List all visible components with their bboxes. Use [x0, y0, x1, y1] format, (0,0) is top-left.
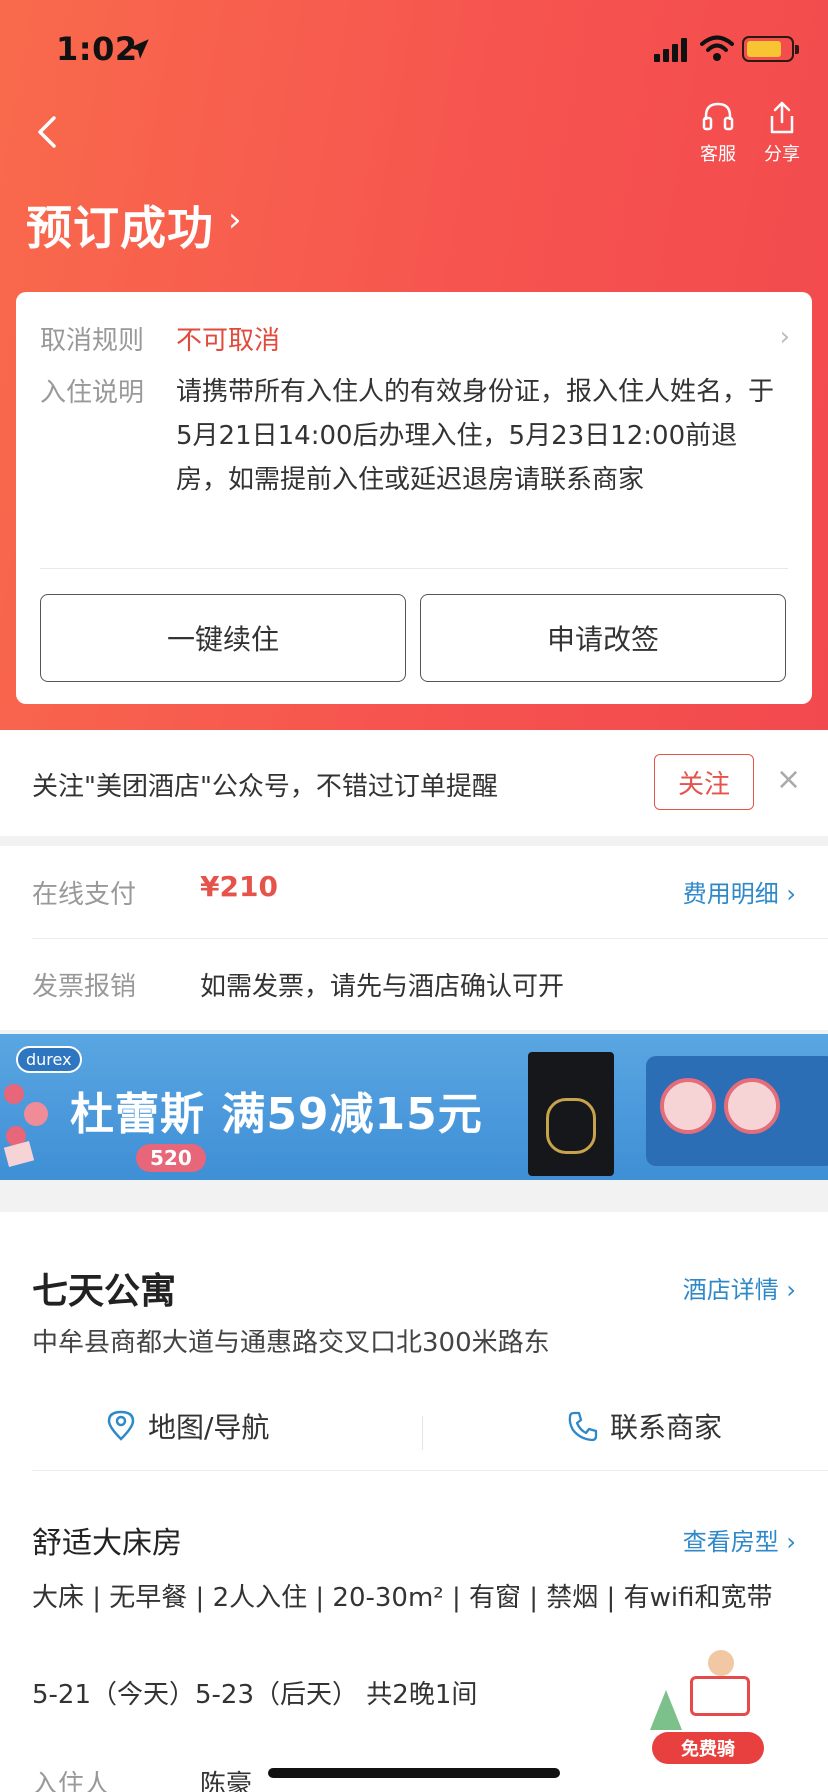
durex-logo: durex [16, 1046, 82, 1073]
invoice-label: 发票报销 [32, 972, 137, 1002]
free-ride-label: 免费骑 [652, 1732, 764, 1764]
follow-account-bar: 关注"美团酒店"公众号，不错过订单提醒 关注 × [0, 730, 828, 836]
phone-icon [568, 1411, 598, 1442]
person-illustration [708, 1650, 734, 1676]
view-room-type-link[interactable]: 查看房型 › [683, 1522, 796, 1557]
map-navigation-button[interactable]: 地图/导航 [104, 1406, 269, 1446]
customer-service-button[interactable]: 客服 [688, 100, 748, 166]
invoice-text: 如需发票，请先与酒店确认可开 [200, 972, 565, 1002]
location-arrow-icon [129, 39, 149, 59]
hotel-detail-link[interactable]: 酒店详情 › [683, 1270, 796, 1305]
invoice-row: 发票报销 如需发票，请先与酒店确认可开 [0, 938, 828, 1030]
map-navigation-label: 地图/导航 [148, 1411, 270, 1444]
cancel-rule-label: 取消规则 [40, 326, 145, 356]
page-title[interactable]: 预订成功 [26, 192, 214, 258]
divider [422, 1416, 423, 1450]
share-icon [770, 101, 794, 134]
hotel-actions: 地图/导航 联系商家 [0, 1386, 828, 1476]
tree-decoration [650, 1690, 682, 1730]
map-pin-icon [107, 1410, 135, 1441]
status-bar: 1:02 [0, 0, 828, 100]
payment-section: 在线支付 ¥210 费用明细 › 发票报销 如需发票，请先与酒店确认可开 [0, 846, 828, 1030]
checkin-instructions-label: 入住说明 [40, 378, 145, 408]
bike-icon [690, 1676, 750, 1716]
divider [32, 1470, 828, 1471]
header: 1:02 客服 分享 预订成功 › 取消规则 不可取消 › 入住说明 请携带所有… [0, 0, 828, 730]
cellular-signal-icon [654, 38, 687, 62]
request-change-button[interactable]: 申请改签 [420, 594, 786, 682]
hotel-address: 中牟县商都大道与通惠路交叉口北300米路东 [32, 1328, 550, 1358]
headset-icon [702, 102, 734, 131]
back-button[interactable] [28, 110, 68, 154]
share-label: 分享 [764, 144, 800, 165]
fee-detail-link[interactable]: 费用明细 › [683, 874, 796, 909]
follow-prompt-text: 关注"美团酒店"公众号，不错过订单提醒 [32, 772, 498, 802]
contact-merchant-label: 联系商家 [610, 1411, 723, 1444]
cancel-rule-value[interactable]: 不可取消 [176, 320, 280, 357]
flowers-illustration [3, 1084, 48, 1168]
close-icon[interactable]: × [776, 762, 801, 797]
guest-name: 陈豪 [200, 1770, 253, 1792]
room-features: 大床 | 无早餐 | 2人入住 | 20-30m² | 有窗 | 禁烟 | 有w… [32, 1583, 773, 1613]
payment-price: ¥210 [200, 870, 278, 903]
banner-headline: 杜蕾斯 满59减15元 [70, 1089, 483, 1140]
chevron-right-icon[interactable]: › [780, 322, 790, 352]
cassette-illustration [646, 1056, 828, 1166]
wifi-icon [700, 35, 734, 61]
online-payment-label: 在线支付 [32, 880, 137, 910]
follow-button[interactable]: 关注 [654, 754, 754, 810]
banner-520-tag: 520 [136, 1144, 206, 1172]
order-status-card: 取消规则 不可取消 › 入住说明 请携带所有入住人的有效身份证，报入住人姓名，于… [16, 292, 812, 704]
promo-banner[interactable]: durex 杜蕾斯 满59减15元 520 [0, 1034, 828, 1180]
divider [40, 568, 788, 569]
customer-service-label: 客服 [700, 144, 736, 165]
battery-icon [742, 36, 799, 62]
contact-merchant-button[interactable]: 联系商家 [566, 1406, 722, 1446]
guest-label: 入住人 [32, 1770, 111, 1792]
stay-dates: 5-21（今天）5-23（后天） 共2晚1间 [32, 1680, 478, 1710]
free-ride-float-button[interactable]: 免费骑 [648, 1650, 770, 1766]
share-button[interactable]: 分享 [752, 100, 812, 166]
home-indicator[interactable] [268, 1768, 560, 1778]
online-payment-row: 在线支付 ¥210 费用明细 › [0, 846, 828, 938]
chevron-right-icon: › [228, 200, 242, 240]
hotel-name: 七天公寓 [32, 1271, 177, 1312]
checkin-instructions-text: 请携带所有入住人的有效身份证，报入住人姓名，于5月21日14:00后办理入住，5… [176, 377, 775, 495]
room-name: 舒适大床房 [32, 1526, 182, 1561]
renew-stay-button[interactable]: 一键续住 [40, 594, 406, 682]
product-box-image [528, 1052, 614, 1176]
